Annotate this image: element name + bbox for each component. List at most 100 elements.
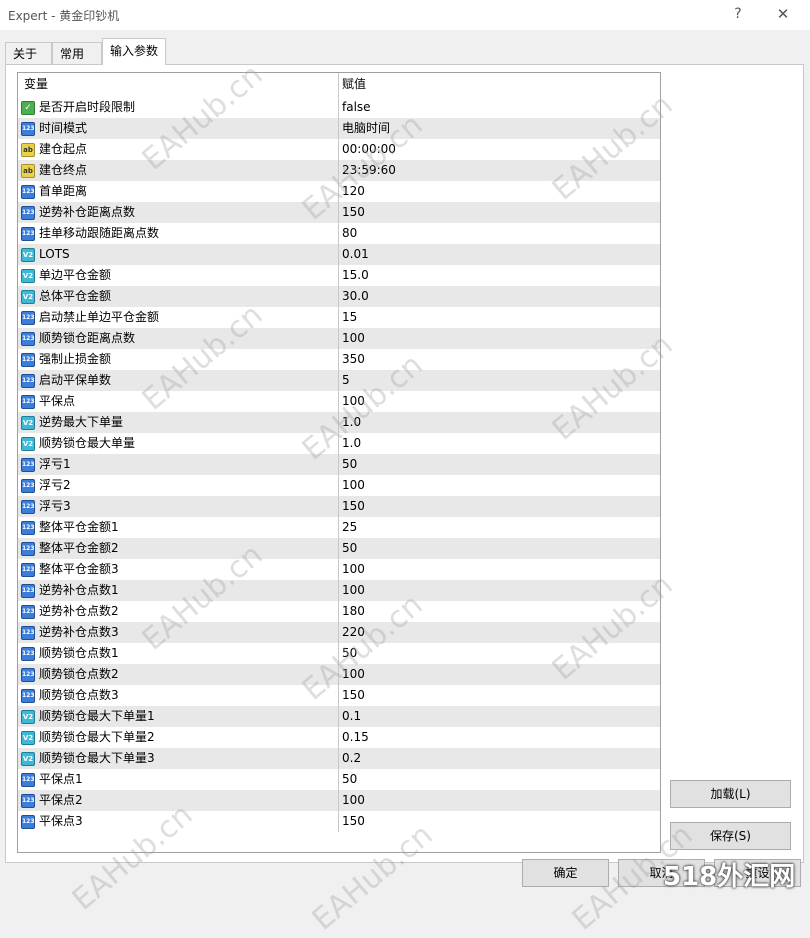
value-cell[interactable]: 1.0 bbox=[339, 412, 660, 433]
type-bool-icon: ✓ bbox=[21, 100, 35, 115]
value-cell[interactable]: 50 bbox=[339, 643, 660, 664]
value-cell[interactable]: 5 bbox=[339, 370, 660, 391]
value-cell[interactable]: 350 bbox=[339, 349, 660, 370]
variable-name: 顺势锁仓点数2 bbox=[39, 667, 119, 681]
table-row[interactable]: ✓ 是否开启时段限制 false bbox=[18, 97, 660, 118]
value-cell[interactable]: 150 bbox=[339, 685, 660, 706]
value-cell[interactable]: 15 bbox=[339, 307, 660, 328]
table-row[interactable]: 123 顺势锁仓距离点数 100 bbox=[18, 328, 660, 349]
table-row[interactable]: V2 逆势最大下单量 1.0 bbox=[18, 412, 660, 433]
tab-inputs[interactable]: 输入参数 bbox=[102, 38, 166, 65]
column-header-value[interactable]: 赋值 bbox=[339, 73, 660, 97]
table-row[interactable]: V2 顺势锁仓最大下单量1 0.1 bbox=[18, 706, 660, 727]
value-cell[interactable]: 80 bbox=[339, 223, 660, 244]
variable-cell: V2 逆势最大下单量 bbox=[18, 412, 339, 433]
tab-common[interactable]: 常用 bbox=[52, 42, 102, 64]
value-cell[interactable]: 0.2 bbox=[339, 748, 660, 769]
table-row[interactable]: 123 平保点3 150 bbox=[18, 811, 660, 832]
table-row[interactable]: 123 强制止损金额 350 bbox=[18, 349, 660, 370]
help-icon[interactable]: ? bbox=[728, 5, 748, 23]
table-row[interactable]: 123 浮亏2 100 bbox=[18, 475, 660, 496]
type-int-icon: 123 bbox=[21, 541, 35, 556]
variable-name: 平保点 bbox=[39, 394, 76, 408]
table-row[interactable]: 123 顺势锁仓点数2 100 bbox=[18, 664, 660, 685]
table-row[interactable]: 123 浮亏1 50 bbox=[18, 454, 660, 475]
value-cell[interactable]: 150 bbox=[339, 202, 660, 223]
type-int-icon: 123 bbox=[21, 331, 35, 346]
table-row[interactable]: V2 单边平仓金额 15.0 bbox=[18, 265, 660, 286]
value-cell[interactable]: 23:59:60 bbox=[339, 160, 660, 181]
value-cell[interactable]: 150 bbox=[339, 496, 660, 517]
value-cell[interactable]: 180 bbox=[339, 601, 660, 622]
value-cell[interactable]: 0.15 bbox=[339, 727, 660, 748]
value-cell[interactable]: 120 bbox=[339, 181, 660, 202]
value-cell[interactable]: 0.01 bbox=[339, 244, 660, 265]
table-row[interactable]: 123 逆势补仓点数2 180 bbox=[18, 601, 660, 622]
value-cell[interactable]: false bbox=[339, 97, 660, 118]
load-button[interactable]: 加载(L) bbox=[670, 780, 791, 808]
value-cell[interactable]: 电脑时间 bbox=[339, 118, 660, 139]
variable-name: 平保点2 bbox=[39, 793, 83, 807]
table-row[interactable]: 123 时间模式 电脑时间 bbox=[18, 118, 660, 139]
value-cell[interactable]: 150 bbox=[339, 811, 660, 832]
value-cell[interactable]: 25 bbox=[339, 517, 660, 538]
variable-cell: 123 浮亏3 bbox=[18, 496, 339, 517]
value-cell[interactable]: 00:00:00 bbox=[339, 139, 660, 160]
value-cell[interactable]: 1.0 bbox=[339, 433, 660, 454]
type-dbl-icon: V2 bbox=[21, 751, 35, 766]
save-button[interactable]: 保存(S) bbox=[670, 822, 791, 850]
table-row[interactable]: 123 首单距离 120 bbox=[18, 181, 660, 202]
value-cell[interactable]: 15.0 bbox=[339, 265, 660, 286]
title-bar: Expert - 黄金印钞机 ? ✕ bbox=[0, 0, 810, 30]
table-row[interactable]: V2 顺势锁仓最大下单量3 0.2 bbox=[18, 748, 660, 769]
variable-name: 单边平仓金额 bbox=[39, 268, 112, 282]
variable-cell: 123 浮亏2 bbox=[18, 475, 339, 496]
variable-cell: ab 建仓终点 bbox=[18, 160, 339, 181]
table-row[interactable]: 123 平保点2 100 bbox=[18, 790, 660, 811]
table-row[interactable]: ab 建仓起点 00:00:00 bbox=[18, 139, 660, 160]
table-row[interactable]: 123 浮亏3 150 bbox=[18, 496, 660, 517]
value-cell[interactable]: 0.1 bbox=[339, 706, 660, 727]
table-row[interactable]: 123 平保点 100 bbox=[18, 391, 660, 412]
table-row[interactable]: 123 平保点1 50 bbox=[18, 769, 660, 790]
value-cell[interactable]: 100 bbox=[339, 580, 660, 601]
value-cell[interactable]: 100 bbox=[339, 559, 660, 580]
table-row[interactable]: 123 逆势补仓点数3 220 bbox=[18, 622, 660, 643]
value-cell[interactable]: 100 bbox=[339, 664, 660, 685]
table-row[interactable]: 123 整体平仓金额1 25 bbox=[18, 517, 660, 538]
value-cell[interactable]: 50 bbox=[339, 538, 660, 559]
type-dbl-icon: V2 bbox=[21, 415, 35, 430]
variable-cell: V2 顺势锁仓最大单量 bbox=[18, 433, 339, 454]
table-row[interactable]: ab 建仓终点 23:59:60 bbox=[18, 160, 660, 181]
table-row[interactable]: 123 启动平保单数 5 bbox=[18, 370, 660, 391]
table-row[interactable]: 123 整体平仓金额3 100 bbox=[18, 559, 660, 580]
table-header: 变量 赋值 bbox=[18, 73, 660, 97]
table-row[interactable]: 123 顺势锁仓点数1 50 bbox=[18, 643, 660, 664]
table-row[interactable]: V2 顺势锁仓最大单量 1.0 bbox=[18, 433, 660, 454]
column-header-variable[interactable]: 变量 bbox=[18, 73, 339, 97]
table-row[interactable]: 123 逆势补仓点数1 100 bbox=[18, 580, 660, 601]
table-row[interactable]: 123 逆势补仓距离点数 150 bbox=[18, 202, 660, 223]
close-icon[interactable]: ✕ bbox=[773, 5, 793, 23]
value-cell[interactable]: 100 bbox=[339, 391, 660, 412]
value-cell[interactable]: 100 bbox=[339, 328, 660, 349]
ok-button[interactable]: 确定 bbox=[522, 859, 609, 887]
value-cell[interactable]: 220 bbox=[339, 622, 660, 643]
variable-name: 顺势锁仓最大单量 bbox=[39, 436, 136, 450]
table-row[interactable]: 123 启动禁止单边平仓金额 15 bbox=[18, 307, 660, 328]
value-cell[interactable]: 30.0 bbox=[339, 286, 660, 307]
table-row[interactable]: 123 挂单移动跟随距离点数 80 bbox=[18, 223, 660, 244]
table-row[interactable]: V2 LOTS 0.01 bbox=[18, 244, 660, 265]
value-cell[interactable]: 100 bbox=[339, 475, 660, 496]
value-cell[interactable]: 100 bbox=[339, 790, 660, 811]
value-cell[interactable]: 50 bbox=[339, 454, 660, 475]
variable-cell: 123 顺势锁仓点数1 bbox=[18, 643, 339, 664]
table-row[interactable]: V2 总体平仓金额 30.0 bbox=[18, 286, 660, 307]
tab-about[interactable]: 关于 bbox=[5, 42, 52, 64]
variable-cell: 123 浮亏1 bbox=[18, 454, 339, 475]
value-cell[interactable]: 50 bbox=[339, 769, 660, 790]
table-row[interactable]: V2 顺势锁仓最大下单量2 0.15 bbox=[18, 727, 660, 748]
type-int-icon: 123 bbox=[21, 373, 35, 388]
table-row[interactable]: 123 整体平仓金额2 50 bbox=[18, 538, 660, 559]
table-row[interactable]: 123 顺势锁仓点数3 150 bbox=[18, 685, 660, 706]
